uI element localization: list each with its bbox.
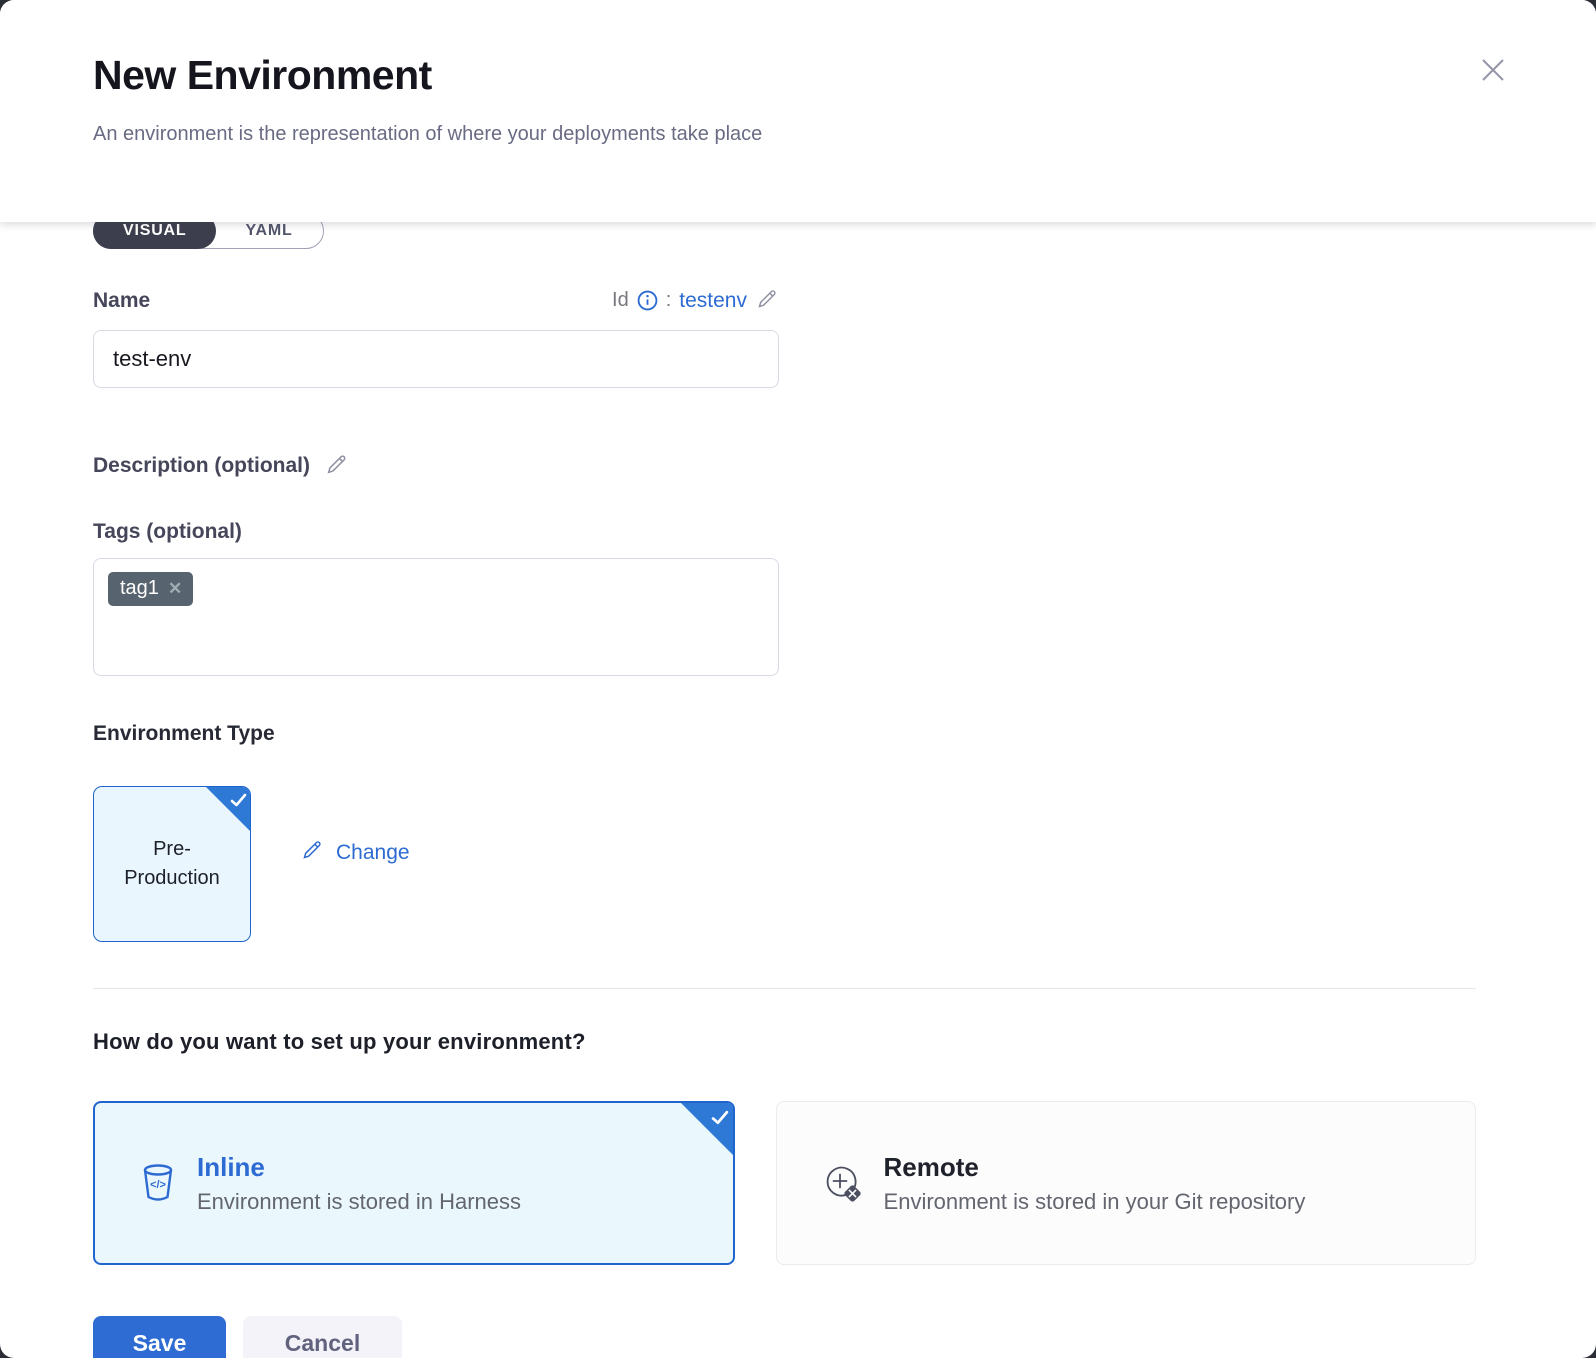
tag-remove-icon[interactable]: ✕ xyxy=(168,580,182,597)
name-input[interactable] xyxy=(93,330,779,388)
inline-option-texts: Inline Environment is stored in Harness xyxy=(197,1152,521,1215)
option-card-remote[interactable]: Remote Environment is stored in your Git… xyxy=(776,1101,1476,1265)
dialog-header: New Environment An environment is the re… xyxy=(0,0,1596,222)
footer-actions: Save Cancel xyxy=(93,1316,1476,1358)
info-icon[interactable] xyxy=(637,290,658,311)
change-environment-type-button[interactable]: Change xyxy=(300,838,410,868)
remote-option-description: Environment is stored in your Git reposi… xyxy=(884,1189,1306,1215)
selected-check-icon xyxy=(681,1103,733,1155)
id-group: Id : testenv xyxy=(612,287,779,314)
id-label: Id xyxy=(612,289,629,312)
new-environment-dialog: New Environment An environment is the re… xyxy=(0,0,1596,1358)
pre-production-card[interactable]: Pre-Production xyxy=(93,786,251,942)
save-button[interactable]: Save xyxy=(93,1316,226,1358)
inline-repo-icon: </> xyxy=(138,1161,178,1205)
change-link-label: Change xyxy=(336,841,410,865)
name-label: Name xyxy=(93,289,150,313)
description-label: Description (optional) xyxy=(93,454,310,478)
pencil-icon xyxy=(755,287,779,314)
remote-option-texts: Remote Environment is stored in your Git… xyxy=(884,1152,1306,1215)
environment-type-label: Environment Type xyxy=(93,722,1476,746)
tags-label: Tags (optional) xyxy=(93,520,1476,544)
section-divider xyxy=(93,988,1476,989)
dialog-body: VISUAL YAML Name Id : testenv xyxy=(0,222,1596,1358)
setup-option-row: </> Inline Environment is stored in Harn… xyxy=(93,1101,1476,1265)
selected-check-icon xyxy=(206,787,250,831)
pencil-icon xyxy=(300,838,324,868)
environment-type-value: Pre-Production xyxy=(112,835,232,893)
remote-option-title: Remote xyxy=(884,1152,1306,1183)
cancel-button[interactable]: Cancel xyxy=(243,1316,402,1358)
description-row: Description (optional) xyxy=(93,452,1476,480)
remote-git-icon xyxy=(819,1160,865,1206)
edit-description-button[interactable] xyxy=(324,452,349,480)
close-button[interactable] xyxy=(1476,54,1510,88)
dialog-subtitle: An environment is the representation of … xyxy=(93,123,1500,146)
pencil-icon xyxy=(324,452,349,480)
svg-text:</>: </> xyxy=(150,1179,166,1191)
page-title: New Environment xyxy=(93,52,1500,99)
environment-type-row: Pre-Production Change xyxy=(93,786,1476,942)
setup-heading: How do you want to set up your environme… xyxy=(93,1029,1476,1055)
edit-id-button[interactable] xyxy=(755,287,779,314)
name-label-row: Name Id : testenv xyxy=(93,287,779,314)
id-value-link[interactable]: testenv xyxy=(679,289,747,313)
option-card-inline[interactable]: </> Inline Environment is stored in Harn… xyxy=(93,1101,735,1265)
close-icon xyxy=(1478,55,1508,88)
inline-option-title: Inline xyxy=(197,1152,521,1183)
tag-chip: tag1 ✕ xyxy=(108,572,193,606)
id-separator: : xyxy=(666,289,672,312)
tag-chip-text: tag1 xyxy=(120,577,159,600)
tags-input[interactable]: tag1 ✕ xyxy=(93,558,779,676)
inline-option-description: Environment is stored in Harness xyxy=(197,1189,521,1215)
